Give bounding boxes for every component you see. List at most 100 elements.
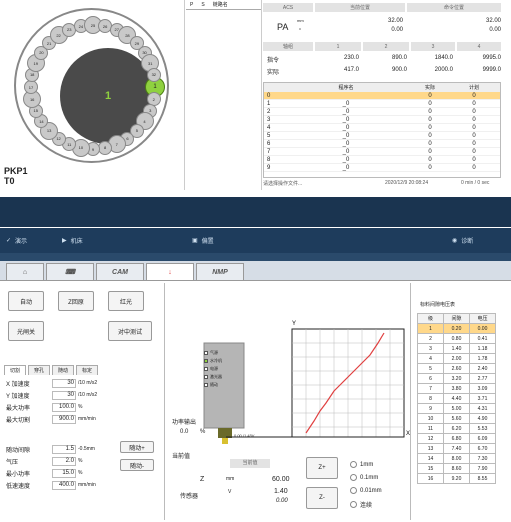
program-cell-idx: 6 <box>267 140 271 147</box>
sensor-row[interactable]: 13 7.40 6.70 <box>417 443 496 454</box>
sensor-row[interactable]: 8 4.40 3.71 <box>417 393 496 404</box>
tab-nmp[interactable]: NMP <box>196 263 244 280</box>
param-unit: % <box>78 470 83 476</box>
param-value-field[interactable]: 900.0 <box>52 415 76 424</box>
sensor-row[interactable]: 16 9.20 8.55 <box>417 473 496 484</box>
param-value-field[interactable]: 100.0 <box>52 403 76 412</box>
subtab-cut[interactable]: 切割 <box>4 365 26 375</box>
actual-row: 实际 417.0 900.0 2000.0 9999.0 <box>263 67 511 77</box>
param-unit: % <box>78 404 83 410</box>
subtab-calibrate[interactable]: 标定 <box>76 365 98 375</box>
program-row[interactable]: 1 _0 0 0 <box>264 100 500 108</box>
cmd-label: 指令 <box>267 58 280 64</box>
program-cell-plan: 0 <box>472 140 476 147</box>
acs-header: ACS 当前位置 命令位置 <box>263 3 511 13</box>
sensor-row[interactable]: 10 5.60 4.90 <box>417 413 496 424</box>
tool-wheel-panel: 1 1 2 3 4 5 6 7 8 9 10 11 12 13 14 15 16 17 18 19 20 21 22 23 2… <box>0 0 185 190</box>
nav-machine[interactable]: ▶ 机床 <box>62 236 83 245</box>
col-name: 链路名 <box>212 2 228 8</box>
param-value-field[interactable]: 400.0 <box>52 481 76 490</box>
param-label: 最小功率 <box>6 472 31 478</box>
program-table[interactable]: 程序名 实际 计划 0 0 0 1 _0 0 0 2 _0 0 0 3 _0 0 0 4 _0 0 0 5 _0 0 0 6 _… <box>263 82 501 178</box>
tab-download[interactable]: ↓ <box>146 263 194 280</box>
sensor-cell: 0.80 <box>443 333 470 344</box>
program-row[interactable]: 2 _0 0 0 <box>264 108 500 116</box>
sensor-cell: 0.00 <box>469 323 496 334</box>
param-value-field[interactable]: 15.0 <box>52 469 76 478</box>
sensor-row[interactable]: 1 0.20 0.00 <box>417 323 496 334</box>
z-plus-button[interactable]: Z+ <box>306 457 338 479</box>
program-row[interactable]: 4 _0 0 0 <box>264 124 500 132</box>
step-radio[interactable]: 0.1mm <box>350 474 378 481</box>
auto-button[interactable]: 自动 <box>8 291 44 311</box>
nav-offset-label: 偏置 <box>201 239 214 245</box>
param-row: 最大切割 900.0 mm/min <box>6 415 106 425</box>
sensor-cell: 8.00 <box>443 453 470 464</box>
step-radio[interactable]: 连续 <box>350 500 372 509</box>
param-value-field[interactable]: 30 <box>52 379 76 388</box>
program-row[interactable]: 9 _0 0 0 <box>264 164 500 172</box>
program-cell-actual: 0 <box>428 100 432 107</box>
nav-demo[interactable]: ✓ 演示 <box>6 236 27 245</box>
sensor-table[interactable]: 级 间隙 电压 1 0.20 0.00 2 0.80 0.41 3 1.40 1.18 4 2.00… <box>417 313 496 484</box>
sensor-row[interactable]: 6 3.20 2.77 <box>417 373 496 384</box>
param-value-field[interactable]: 2.0 <box>52 457 76 466</box>
nav-diagnosis[interactable]: ◉ 诊断 <box>452 236 473 245</box>
tab-keyboard[interactable]: ⌨ <box>46 263 94 280</box>
sensor-cell: 5.60 <box>443 413 470 424</box>
sensor-table-title: 标料间隙电压表 <box>420 302 456 308</box>
program-cell-actual: 0 <box>428 108 432 115</box>
program-row[interactable]: 6 _0 0 0 <box>264 140 500 148</box>
subtab-pierce[interactable]: 穿孔 <box>28 365 50 375</box>
sensor-row[interactable]: 9 5.00 4.31 <box>417 403 496 414</box>
program-cell-idx: 2 <box>267 108 271 115</box>
step-radio[interactable]: 1mm <box>350 461 373 468</box>
param-value-field[interactable]: 30 <box>52 391 76 400</box>
tab-home[interactable]: ⌂ <box>6 263 44 280</box>
sensor-row[interactable]: 11 6.20 5.53 <box>417 423 496 434</box>
tool-slot[interactable]: 32 <box>146 67 161 82</box>
axes-panel: ACS 当前位置 命令位置 PA mm ° 32.00 0.00 32.00 0… <box>263 0 511 190</box>
sensor-row[interactable]: 15 8.60 7.90 <box>417 463 496 474</box>
subtab-follow[interactable]: 随动 <box>52 365 74 375</box>
param-value-field[interactable]: 1.5 <box>52 445 76 454</box>
tool-slot[interactable]: 17 <box>24 80 38 94</box>
sensor-cell: 7 <box>417 383 444 394</box>
program-row[interactable]: 7 _0 0 0 <box>264 148 500 156</box>
program-row[interactable]: 0 0 0 <box>264 92 500 100</box>
sensor-row[interactable]: 4 2.00 1.78 <box>417 353 496 364</box>
z-reset-button[interactable]: Z回原 <box>58 291 94 311</box>
sensor-cell: 1.40 <box>443 343 470 354</box>
col-p: P <box>190 1 194 8</box>
tool-slot[interactable]: 8 <box>98 140 113 155</box>
sensor-cell: 0.20 <box>443 323 470 334</box>
status-indicator-icon <box>204 359 208 363</box>
z-minus-button[interactable]: Z- <box>306 487 338 509</box>
sensor-row[interactable]: 5 2.60 2.40 <box>417 363 496 374</box>
sensor-col-gap: 间隙 <box>443 313 470 324</box>
program-table-header: 程序名 实际 计划 <box>264 83 500 92</box>
tab-cam[interactable]: CAM <box>96 263 144 280</box>
sensor-row[interactable]: 3 1.40 1.18 <box>417 343 496 354</box>
nav-offset[interactable]: ▣ 偏置 <box>192 236 214 245</box>
follow-plus-button[interactable]: 随动+ <box>120 441 154 453</box>
step-radio[interactable]: 0.01mm <box>350 487 382 494</box>
program-row[interactable]: 3 _0 0 0 <box>264 116 500 124</box>
sensor-row[interactable]: 2 0.80 0.41 <box>417 333 496 344</box>
param-row: 气压 2.0% <box>6 457 106 467</box>
link-list[interactable]: P S 链路名 <box>186 0 262 190</box>
sensor-cell: 6.09 <box>469 433 496 444</box>
center-test-button[interactable]: 对中测试 <box>108 321 152 341</box>
sensor-cell: 2.77 <box>469 373 496 384</box>
sensor-row[interactable]: 12 6.80 6.09 <box>417 433 496 444</box>
sensor-row[interactable]: 14 8.00 7.30 <box>417 453 496 464</box>
follow-minus-button[interactable]: 随动- <box>120 459 154 471</box>
axis-num-4: 4 <box>457 42 501 51</box>
program-row[interactable]: 5 _0 0 0 <box>264 132 500 140</box>
sensor-cell: 4 <box>417 353 444 364</box>
program-row[interactable]: 8 _0 0 0 <box>264 156 500 164</box>
sensor-row[interactable]: 7 3.80 3.09 <box>417 383 496 394</box>
status-datetime: 2020/12/9 20:08:24 <box>385 180 429 186</box>
red-light-button[interactable]: 红光 <box>108 291 144 311</box>
shutter-button[interactable]: 光闸关 <box>8 321 44 341</box>
